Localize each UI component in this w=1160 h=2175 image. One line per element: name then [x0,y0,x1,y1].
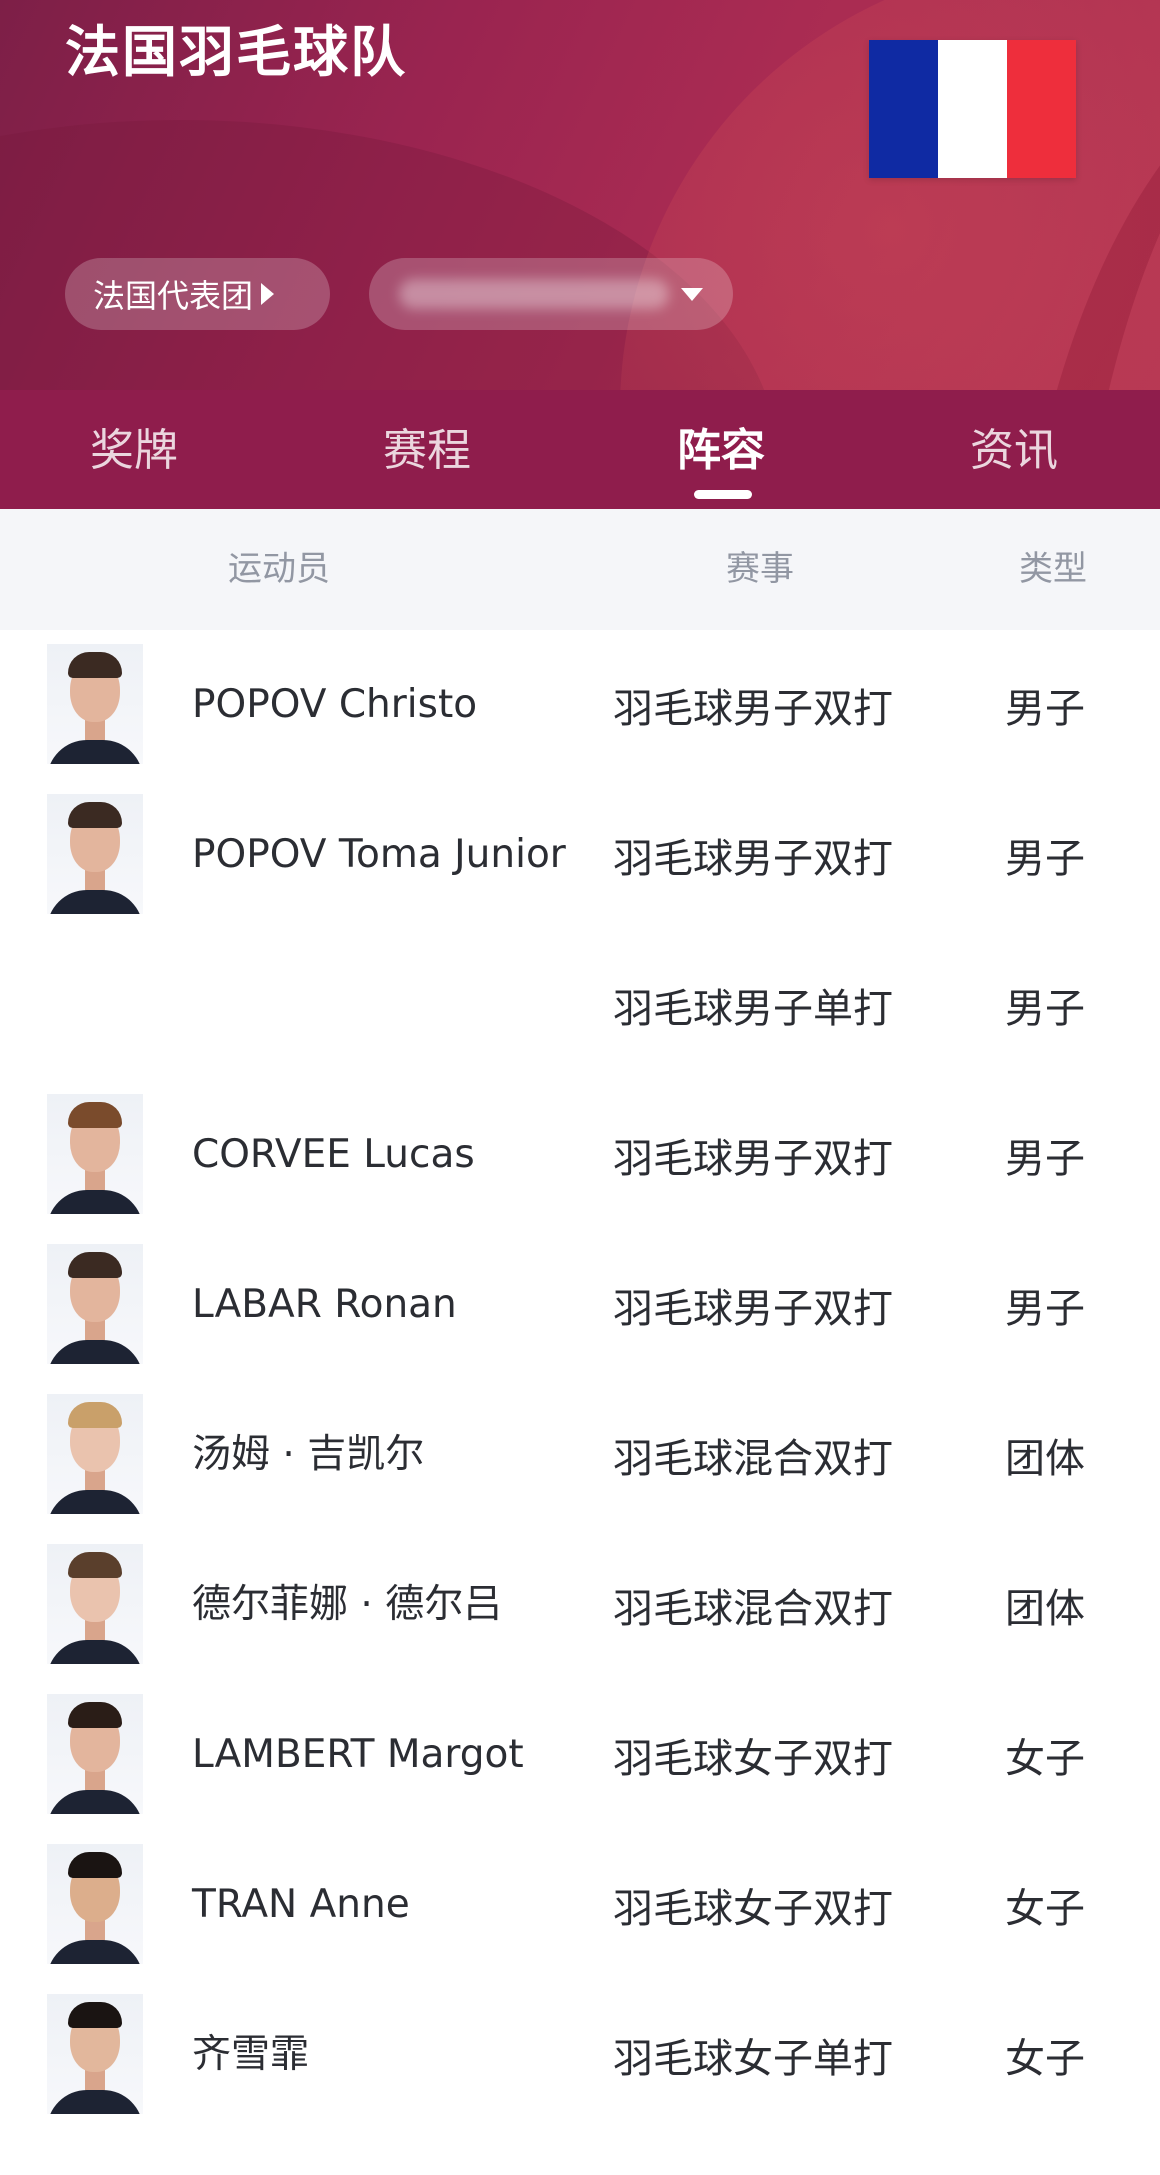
event-name: 羽毛球男子单打 [613,986,893,1032]
sport-selector-dropdown[interactable] [369,258,733,330]
table-row[interactable]: CORVEE Lucas 羽毛球男子双打 男子 [0,1080,1160,1230]
event-type: 男子 [1005,836,1085,882]
athlete-name [192,930,582,1080]
tab-medals[interactable]: 奖牌 [34,390,234,509]
avatar [47,1394,143,1514]
table-header: 运动员 赛事 类型 [0,509,1160,630]
table-row[interactable]: POPOV Christo 羽毛球男子双打 男子 [0,630,1160,780]
table-row[interactable]: POPOV Toma Junior 羽毛球男子双打 男子 [0,780,1160,930]
flag-stripe-white [938,40,1007,178]
tab-schedule[interactable]: 赛程 [327,390,527,509]
blurred-selector-text [399,279,669,309]
event-name: 羽毛球混合双打 [613,1436,893,1482]
avatar [47,1244,143,1364]
avatar [47,794,143,914]
event-type: 男子 [1005,1136,1085,1182]
column-header-event: 赛事 [726,549,794,589]
table-row[interactable]: 汤姆 · 吉凯尔 羽毛球混合双打 团体 [0,1380,1160,1530]
active-tab-indicator [694,490,752,499]
athlete-name: CORVEE Lucas [192,1132,475,1177]
table-row[interactable]: LAMBERT Margot 羽毛球女子双打 女子 [0,1680,1160,1830]
caret-right-icon [261,283,275,305]
avatar [47,1844,143,1964]
table-row[interactable]: 羽毛球男子单打 男子 [0,930,1160,1080]
tab-bar: 奖牌 赛程 阵容 资讯 [0,390,1160,509]
avatar [47,1694,143,1814]
flag-stripe-red [1007,40,1076,178]
team-header: 法国羽毛球队 法国代表团 [0,0,1160,390]
athlete-name: POPOV Toma Junior [192,832,566,877]
tab-news[interactable]: 资讯 [914,390,1114,509]
event-name: 羽毛球男子双打 [613,836,893,882]
avatar [47,1544,143,1664]
avatar [47,644,143,764]
event-type: 女子 [1005,2036,1085,2082]
avatar [47,1094,143,1214]
event-name: 羽毛球混合双打 [613,1586,893,1632]
event-type: 男子 [1005,986,1085,1032]
athlete-name: POPOV Christo [192,682,478,727]
table-row[interactable]: TRAN Anne 羽毛球女子双打 女子 [0,1830,1160,1980]
column-header-athlete: 运动员 [228,549,330,589]
france-flag-icon [869,40,1076,178]
event-name: 羽毛球女子双打 [613,1886,893,1932]
page-title: 法国羽毛球队 [65,20,408,84]
athlete-name: 德尔菲娜 · 德尔吕 [192,1582,503,1627]
flag-stripe-blue [869,40,938,178]
athlete-name: 齐雪霏 [192,2032,310,2077]
event-type: 男子 [1005,686,1085,732]
athlete-name: LAMBERT Margot [192,1732,524,1777]
table-row[interactable]: LABAR Ronan 羽毛球男子双打 男子 [0,1230,1160,1380]
event-type: 男子 [1005,1286,1085,1332]
event-name: 羽毛球女子单打 [613,2036,893,2082]
athlete-name: LABAR Ronan [192,1282,457,1327]
column-header-type: 类型 [1019,549,1087,589]
event-type: 女子 [1005,1736,1085,1782]
athlete-name: TRAN Anne [192,1882,410,1927]
event-type: 团体 [1005,1586,1085,1632]
athlete-name: 汤姆 · 吉凯尔 [192,1432,425,1477]
event-name: 羽毛球男子双打 [613,686,893,732]
event-name: 羽毛球男子双打 [613,1286,893,1332]
event-name: 羽毛球女子双打 [613,1736,893,1782]
caret-down-icon [681,287,703,301]
event-type: 女子 [1005,1886,1085,1932]
delegation-label: 法国代表团 [93,277,254,315]
table-row[interactable]: 德尔菲娜 · 德尔吕 羽毛球混合双打 团体 [0,1530,1160,1680]
avatar [47,1994,143,2114]
table-row[interactable]: 齐雪霏 羽毛球女子单打 女子 [0,1980,1160,2130]
event-type: 团体 [1005,1436,1085,1482]
event-name: 羽毛球男子双打 [613,1136,893,1182]
delegation-button[interactable]: 法国代表团 [65,258,330,330]
roster-list: POPOV Christo 羽毛球男子双打 男子 POPOV Toma Juni… [0,630,1160,2130]
